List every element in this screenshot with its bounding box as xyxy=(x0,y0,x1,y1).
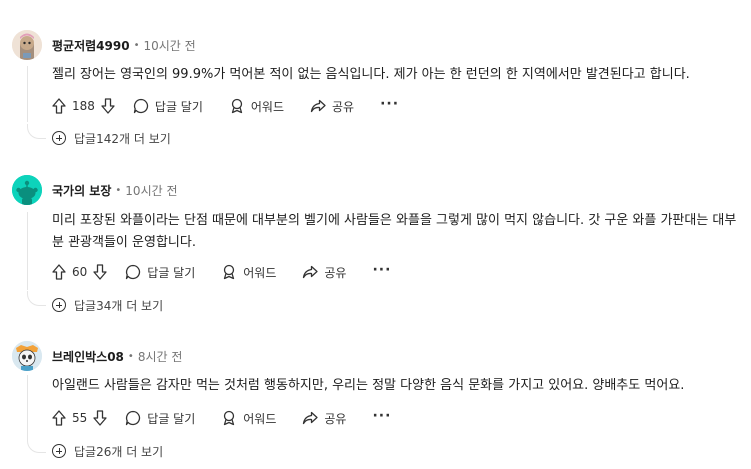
separator-dot: • xyxy=(127,350,134,362)
more-replies-label: 답글26개 더 보기 xyxy=(74,444,164,459)
award-button[interactable]: 어워드 xyxy=(221,407,276,429)
thread-line-curve xyxy=(27,438,46,453)
upvote-icon[interactable] xyxy=(52,410,66,426)
panda-avatar-icon xyxy=(12,341,42,371)
author-name[interactable]: 브레인박스08 xyxy=(52,348,124,365)
vote-count: 55 xyxy=(72,411,88,425)
reply-label: 답글 달기 xyxy=(147,411,196,426)
more-options-button[interactable]: ··· xyxy=(372,405,391,427)
timestamp[interactable]: 8시간 전 xyxy=(138,348,183,365)
award-label: 어워드 xyxy=(243,411,277,426)
thread-line[interactable] xyxy=(27,375,28,438)
comment-header: 브레인박스08 • 8시간 전 xyxy=(52,347,182,365)
more-options-icon: ··· xyxy=(372,408,392,424)
more-replies-button[interactable]: 답글26개 더 보기 xyxy=(52,441,163,461)
vote-group: 55 xyxy=(52,407,107,429)
share-label: 공유 xyxy=(324,411,347,426)
award-icon xyxy=(224,410,235,426)
avatar[interactable] xyxy=(12,341,42,371)
share-icon xyxy=(303,411,319,425)
downvote-icon[interactable] xyxy=(93,410,107,426)
comment-body: 아일랜드 사람들은 감자만 먹는 것처럼 행동하지만, 우리는 정말 다양한 음… xyxy=(52,378,685,393)
share-button[interactable]: 공유 xyxy=(302,407,346,429)
comment-bubble-icon xyxy=(126,410,141,426)
plus-circle-icon xyxy=(52,444,66,458)
reply-button[interactable]: 답글 달기 xyxy=(125,407,195,429)
action-bar: 55 답글 달기 어워드 공유 ··· xyxy=(52,407,391,429)
comment: 브레인박스08 • 8시간 전 아일랜드 사람들은 감자만 먹는 것처럼 행동하… xyxy=(0,0,751,469)
